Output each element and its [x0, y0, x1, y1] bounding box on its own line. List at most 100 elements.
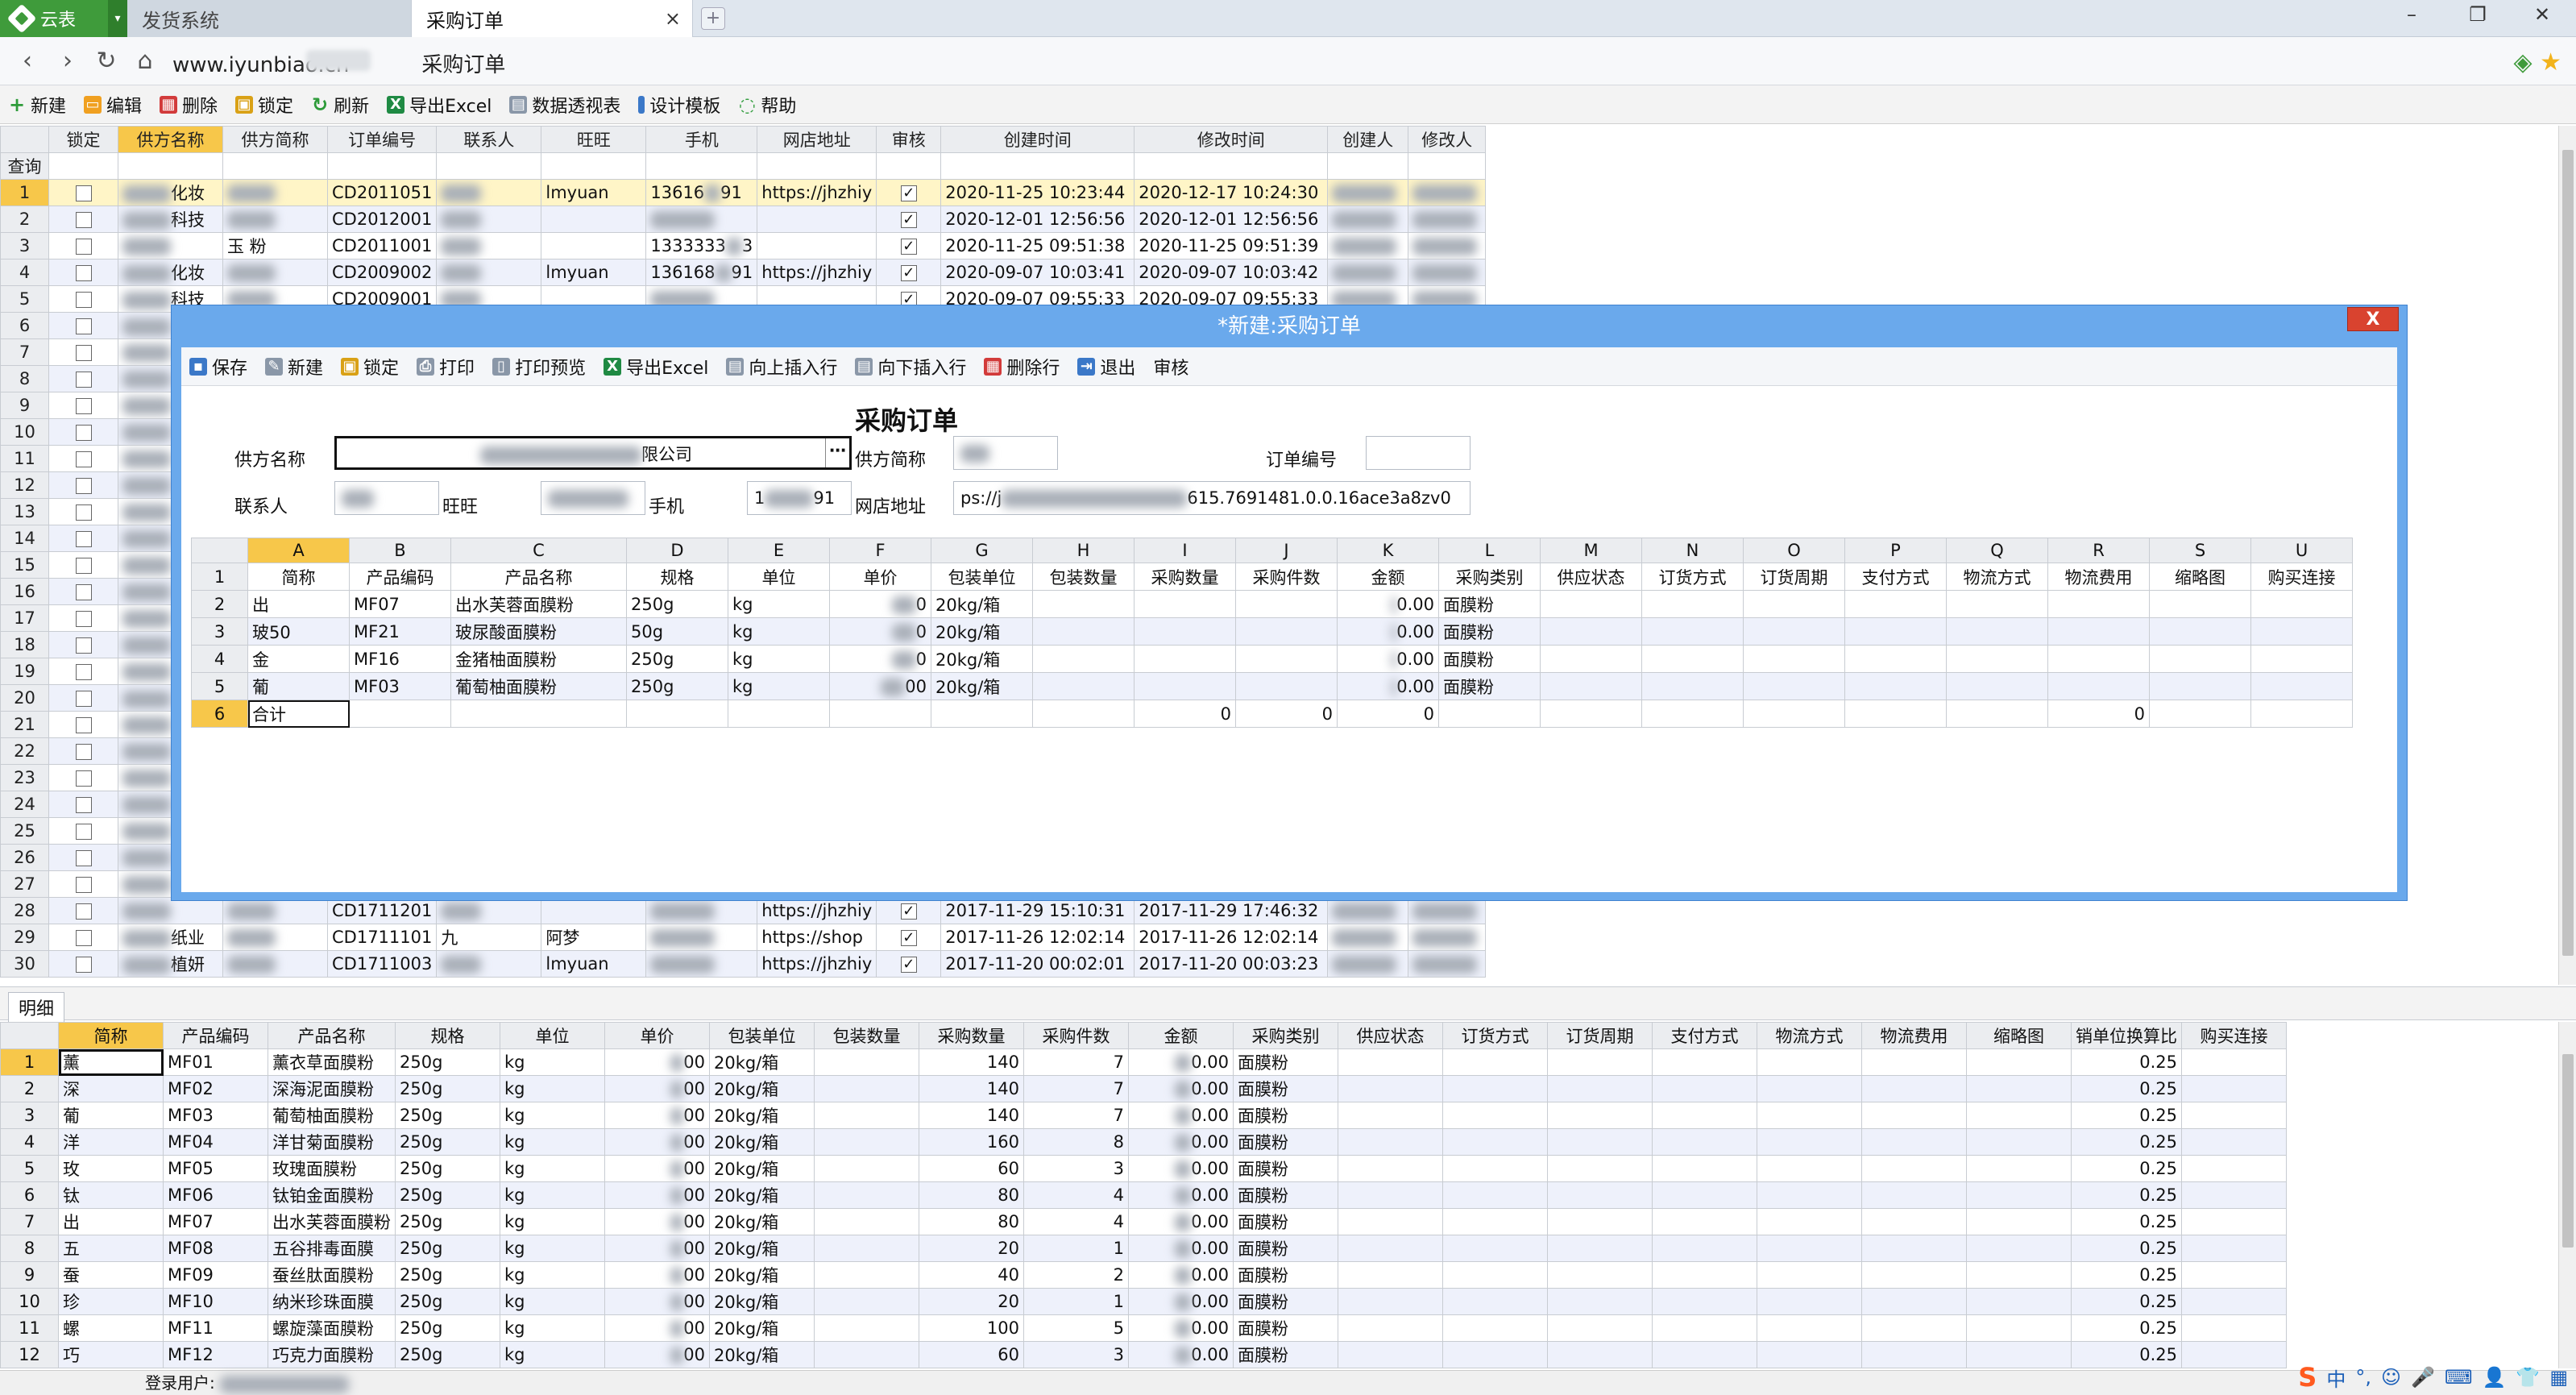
- cell-c21[interactable]: [2181, 1314, 2287, 1342]
- cell-unit[interactable]: kg: [728, 590, 830, 618]
- insert-row-below-button[interactable]: ▤ 向下插入行: [855, 354, 966, 380]
- cell-spec[interactable]: 250g: [395, 1288, 500, 1315]
- total-cell[interactable]: [1540, 700, 1642, 728]
- cell-amount[interactable]: 0.00: [1337, 645, 1439, 673]
- cell-created[interactable]: 2017-11-26 12:02:14: [940, 924, 1135, 951]
- cell-c14[interactable]: [1442, 1314, 1548, 1342]
- print-button[interactable]: ⎙ 打印: [417, 354, 475, 380]
- cell-price[interactable]: 00: [604, 1235, 710, 1262]
- cell-c21[interactable]: [2181, 1128, 2287, 1156]
- cell-c17[interactable]: [1757, 1208, 1862, 1235]
- total-cell[interactable]: [1946, 700, 2048, 728]
- cell-c14[interactable]: [1442, 1261, 1548, 1289]
- cell-c20[interactable]: [2250, 645, 2353, 673]
- table-row[interactable]: 1 薰 MF01 薰衣草面膜粉 250g kg 00 20kg/箱 140 7 0.00 面膜粉 0.2…: [0, 1048, 2287, 1076]
- cell-cat[interactable]: 面膜粉: [1233, 1048, 1338, 1076]
- cell-lock[interactable]: [48, 365, 118, 392]
- lock-checkbox[interactable]: [75, 504, 92, 521]
- query-label[interactable]: 查询: [0, 152, 49, 180]
- cell-lock[interactable]: [48, 844, 118, 871]
- back-icon[interactable]: ‹: [11, 47, 44, 75]
- cell-lock[interactable]: [48, 658, 118, 685]
- cell-c16[interactable]: [1652, 1341, 1757, 1368]
- cell-c15[interactable]: [1743, 590, 1845, 618]
- cell-qty[interactable]: 60: [919, 1155, 1024, 1182]
- cell-lock[interactable]: [48, 950, 118, 978]
- cell-pieces[interactable]: [1235, 645, 1338, 673]
- sheet-header-cell[interactable]: 金额: [1337, 563, 1439, 591]
- col-header[interactable]: 物流方式: [1757, 1022, 1862, 1049]
- cell-c14[interactable]: [1641, 672, 1744, 700]
- col-letter-R[interactable]: R: [2047, 538, 2150, 563]
- cell-short[interactable]: [222, 897, 328, 924]
- ime-shirt-icon[interactable]: 👕: [2516, 1366, 2540, 1389]
- cell-packqty[interactable]: [814, 1102, 919, 1129]
- query-cell[interactable]: [541, 152, 647, 180]
- cell-ratio[interactable]: 0.25: [2071, 1048, 2182, 1076]
- table-row[interactable]: 10 珍 MF10 纳米珍珠面膜 250g kg 00 20kg/箱 20 1 0.00 面膜粉 0.2…: [0, 1288, 2287, 1315]
- new-tab-button[interactable]: +: [701, 7, 725, 30]
- cell-c14[interactable]: [1641, 645, 1744, 673]
- cell-audit[interactable]: [876, 950, 942, 978]
- cell-c18[interactable]: [1861, 1048, 1967, 1076]
- cell-c16[interactable]: [1652, 1235, 1757, 1262]
- cell-cat[interactable]: 面膜粉: [1438, 617, 1541, 646]
- lock-checkbox[interactable]: [75, 265, 92, 281]
- cell-modifier[interactable]: [1408, 897, 1487, 924]
- cell-qty[interactable]: 80: [919, 1181, 1024, 1209]
- cell-modified[interactable]: 2020-12-17 10:24:30: [1134, 179, 1329, 206]
- supplier-short-input[interactable]: [953, 436, 1058, 470]
- cell-abbr[interactable]: 玻50: [247, 617, 350, 646]
- cell-creator[interactable]: [1327, 924, 1409, 951]
- cell-c16[interactable]: [1652, 1261, 1757, 1289]
- cell-c21[interactable]: [2181, 1261, 2287, 1289]
- phone-input[interactable]: 1 91: [747, 481, 852, 515]
- cell-code[interactable]: MF05: [163, 1155, 268, 1182]
- cell-abbr[interactable]: 深: [58, 1075, 164, 1102]
- cell-c15[interactable]: [1547, 1075, 1653, 1102]
- cell-c19[interactable]: [2149, 672, 2251, 700]
- cell-unit[interactable]: kg: [500, 1128, 605, 1156]
- exit-button[interactable]: ⇥ 退出: [1077, 354, 1135, 380]
- cell-unit[interactable]: kg: [500, 1102, 605, 1129]
- cell-lock[interactable]: [48, 924, 118, 951]
- cell-price[interactable]: 00: [604, 1181, 710, 1209]
- cell-c15[interactable]: [1743, 672, 1845, 700]
- cell-c13[interactable]: [1338, 1155, 1443, 1182]
- cell-pieces[interactable]: 8: [1023, 1128, 1129, 1156]
- cell-qty[interactable]: 100: [919, 1314, 1024, 1342]
- cell-c14[interactable]: [1442, 1341, 1548, 1368]
- cell-c15[interactable]: [1547, 1128, 1653, 1156]
- cell-audit[interactable]: [876, 232, 942, 259]
- tab-detail[interactable]: 明细: [8, 992, 65, 1022]
- table-row[interactable]: 2 科技 CD2012001 2020-12-01 12:56:56 2020-12-0…: [0, 206, 1487, 233]
- cell-freight[interactable]: [2047, 617, 2150, 646]
- cell-lock[interactable]: [48, 578, 118, 605]
- cell-amount[interactable]: 0.00: [1128, 1314, 1234, 1342]
- cell-c14[interactable]: [1442, 1208, 1548, 1235]
- cell-c21[interactable]: [2181, 1341, 2287, 1368]
- cell-price[interactable]: 0: [829, 617, 931, 646]
- lock-checkbox[interactable]: [75, 478, 92, 494]
- lock-checkbox[interactable]: [75, 717, 92, 733]
- cell-lock[interactable]: [48, 604, 118, 632]
- cell-c16[interactable]: [1652, 1208, 1757, 1235]
- cell-creator[interactable]: [1327, 206, 1409, 233]
- audit-checkbox[interactable]: [900, 239, 917, 255]
- cell-name[interactable]: 纳米珍珠面膜: [268, 1288, 396, 1315]
- cell-c18[interactable]: [1861, 1314, 1967, 1342]
- cell-cat[interactable]: 面膜粉: [1438, 645, 1541, 673]
- cell-pieces[interactable]: 1: [1023, 1235, 1129, 1262]
- col-letter-N[interactable]: N: [1641, 538, 1744, 563]
- cell-created[interactable]: 2020-12-01 12:56:56: [940, 206, 1135, 233]
- col-letter-U[interactable]: U: [2250, 538, 2353, 563]
- cell-unit[interactable]: kg: [728, 672, 830, 700]
- cell-amount[interactable]: 0.00: [1337, 590, 1439, 618]
- total-cell[interactable]: 合计: [247, 700, 350, 728]
- cell-spec[interactable]: 250g: [395, 1102, 500, 1129]
- cell-c18[interactable]: [1861, 1341, 1967, 1368]
- cell-c16[interactable]: [1652, 1102, 1757, 1129]
- table-row[interactable]: 11 螺 MF11 螺旋藻面膜粉 250g kg 00 20kg/箱 100 5 0.00 面膜粉 0.…: [0, 1314, 2287, 1342]
- col-letter-K[interactable]: K: [1337, 538, 1439, 563]
- cell-pack[interactable]: 20kg/箱: [709, 1235, 815, 1262]
